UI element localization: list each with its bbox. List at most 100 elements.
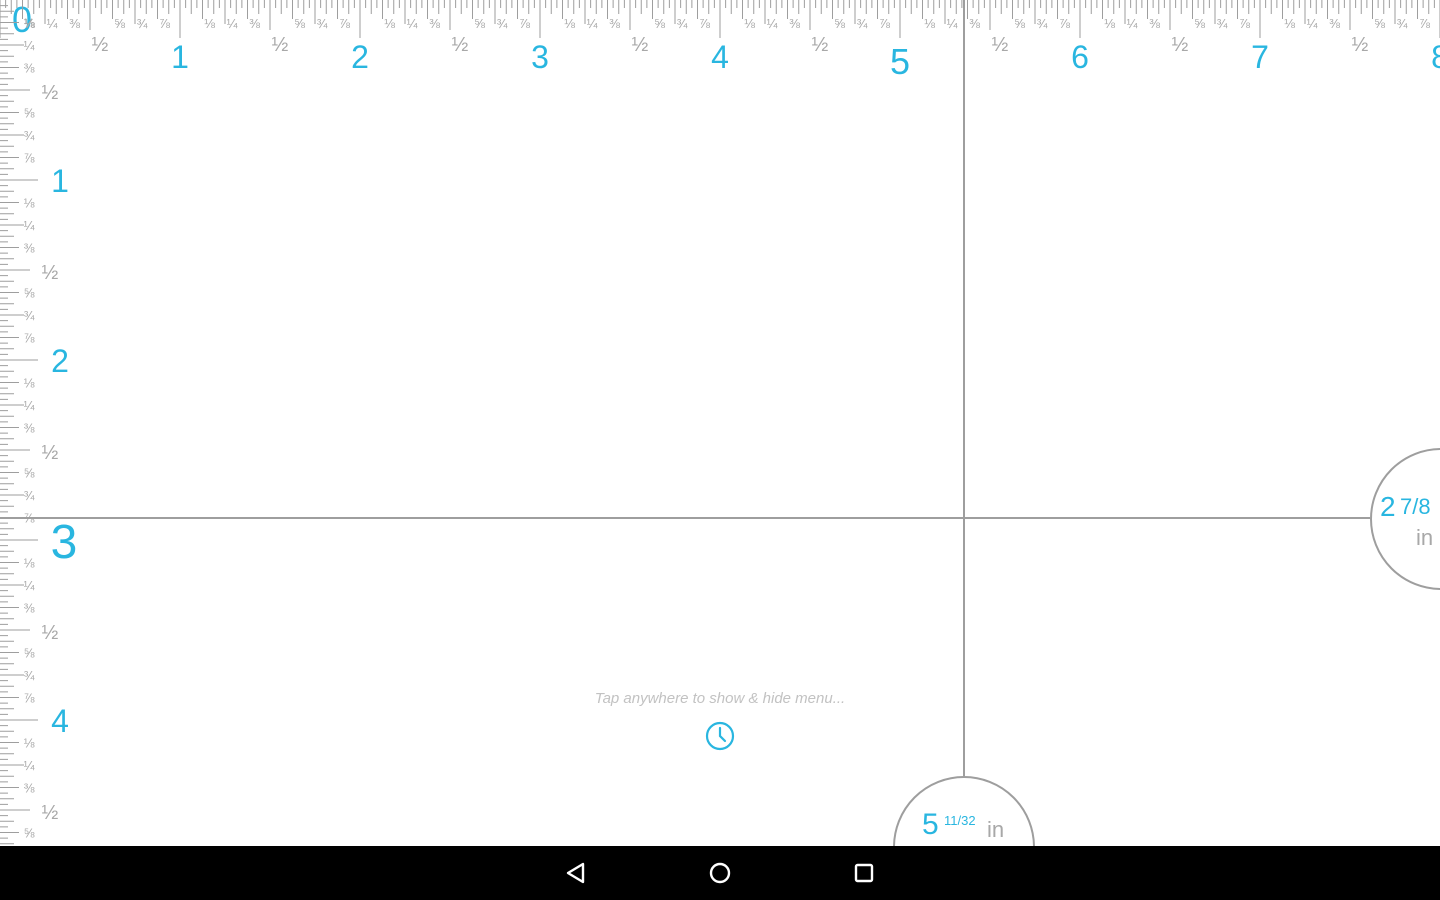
top-ruler-fraction-label: ⅞ (159, 16, 170, 31)
top-ruler-fraction-label: ¾ (317, 16, 328, 31)
top-ruler-fraction-label: ½ (452, 34, 469, 56)
top-ruler-fraction-label: ¼ (1127, 16, 1138, 31)
left-ruler-inch-label: 3 (51, 516, 78, 569)
left-ruler-fraction-label: ½ (42, 82, 59, 104)
top-ruler-inch-label: 6 (1071, 39, 1089, 75)
back-button[interactable] (556, 853, 596, 893)
top-ruler-fraction-label: ⅜ (969, 16, 980, 31)
left-ruler-fraction-label: ⅜ (24, 781, 35, 796)
top-ruler-fraction-label: ½ (92, 34, 109, 56)
top-ruler-inch-label: 7 (1251, 39, 1269, 75)
history-button[interactable] (703, 719, 737, 753)
top-ruler-fraction-label: ⅛ (1104, 16, 1115, 31)
crosshair-horizontal-line[interactable] (0, 517, 1370, 519)
top-ruler-fraction-label: ½ (272, 34, 289, 56)
left-ruler-fraction-label: ¼ (24, 398, 35, 413)
left-ruler-fraction-label: ¾ (24, 308, 35, 323)
top-ruler-fraction-label: ¼ (1307, 16, 1318, 31)
top-ruler-fraction-label: ⅝ (114, 16, 125, 31)
top-ruler-fraction-label: ½ (812, 34, 829, 56)
top-ruler-inch-label: 4 (711, 39, 729, 75)
top-ruler-inch-label: 8 (1431, 39, 1440, 75)
top-ruler-fraction-label: ⅞ (699, 16, 710, 31)
top-ruler-fraction-label: ¼ (47, 16, 58, 31)
left-ruler-fraction-label: ⅞ (24, 331, 35, 346)
ruler-app[interactable]: 0⅛¼⅜½⅝¾⅞1⅛¼⅜½⅝¾⅞2⅛¼⅜½⅝¾⅞3⅛¼⅜½⅝¾⅞4⅛¼⅜½⅝¾⅞… (0, 0, 1440, 846)
top-ruler-fraction-label: ¼ (767, 16, 778, 31)
left-ruler-fraction-label: ½ (42, 442, 59, 464)
left-ruler-fraction-label: ⅝ (24, 646, 35, 661)
top-ruler-fraction-label: ¼ (947, 16, 958, 31)
left-ruler-fraction-label: ½ (42, 622, 59, 644)
top-ruler-fraction-label: ¾ (1397, 16, 1408, 31)
top-ruler-inch-label: 5 (890, 41, 910, 82)
left-ruler-fraction-label: ⅛ (24, 556, 35, 571)
top-ruler-fraction-label: ⅜ (1329, 16, 1340, 31)
left-ruler-fraction-label: ⅞ (24, 691, 35, 706)
left-ruler-fraction-label: ⅜ (24, 421, 35, 436)
top-ruler-fraction-label: ⅜ (609, 16, 620, 31)
top-ruler-fraction-label: ⅜ (69, 16, 80, 31)
top-ruler-fraction-label: ⅞ (519, 16, 530, 31)
left-ruler-fraction-label: ⅝ (24, 286, 35, 301)
top-ruler-fraction-label: ¾ (677, 16, 688, 31)
clock-icon (705, 721, 735, 751)
readout-unit: in (987, 817, 1005, 842)
left-ruler-fraction-label: ⅝ (24, 106, 35, 121)
left-ruler-fraction-label: ⅝ (24, 466, 35, 481)
top-ruler-fraction-label: ¾ (137, 16, 148, 31)
readout-fraction: 11/32 (944, 813, 976, 828)
top-ruler-fraction-label: ⅜ (789, 16, 800, 31)
system-navigation-bar (0, 846, 1440, 900)
top-ruler-fraction-label: ⅝ (294, 16, 305, 31)
top-ruler-fraction-label: ⅝ (834, 16, 845, 31)
top-ruler-fraction-label: ⅛ (924, 16, 935, 31)
left-ruler-fraction-label: ¼ (24, 578, 35, 593)
top-ruler-fraction-label: ⅞ (339, 16, 350, 31)
top-ruler-fraction-label: ⅝ (474, 16, 485, 31)
left-ruler-fraction-label: ⅛ (24, 16, 35, 31)
left-ruler-fraction-label: ⅜ (24, 61, 35, 76)
readout-fraction: 7/8 (1400, 494, 1431, 519)
top-ruler-fraction-label: ⅞ (1239, 16, 1250, 31)
left-ruler-fraction-label: ½ (42, 802, 59, 824)
left-ruler-fraction-label: ⅛ (24, 196, 35, 211)
left-ruler-fraction-label: ¾ (24, 128, 35, 143)
top-ruler-fraction-label: ⅜ (429, 16, 440, 31)
top-ruler-fraction-label: ⅝ (1374, 16, 1385, 31)
top-ruler-fraction-label: ⅝ (1194, 16, 1205, 31)
home-circle-icon (709, 862, 731, 884)
top-ruler-fraction-label: ¼ (407, 16, 418, 31)
left-ruler-fraction-label: ¼ (24, 38, 35, 53)
left-ruler-fraction-label: ½ (42, 262, 59, 284)
top-ruler-fraction-label: ⅛ (204, 16, 215, 31)
top-ruler-fraction-label: ⅞ (1419, 16, 1430, 31)
left-ruler-fraction-label: ¾ (24, 488, 35, 503)
top-ruler-fraction-label: ½ (1172, 34, 1189, 56)
left-ruler-inch-label: 4 (51, 703, 69, 739)
left-ruler-fraction-label: ¼ (24, 218, 35, 233)
left-ruler-fraction-label: ⅛ (24, 376, 35, 391)
top-ruler-fraction-label: ⅛ (384, 16, 395, 31)
top-ruler-fraction-label: ½ (1352, 34, 1369, 56)
top-ruler-fraction-label: ⅞ (1059, 16, 1070, 31)
top-ruler-inch-label: 3 (531, 39, 549, 75)
top-ruler-fraction-label: ¾ (497, 16, 508, 31)
top-ruler-fraction-label: ⅝ (1014, 16, 1025, 31)
top-ruler-fraction-label: ⅝ (654, 16, 665, 31)
top-ruler-fraction-label: ½ (992, 34, 1009, 56)
top-ruler-fraction-label: ⅛ (1284, 16, 1295, 31)
top-ruler-fraction-label: ⅜ (1149, 16, 1160, 31)
recents-button[interactable] (844, 853, 884, 893)
recents-square-icon (854, 863, 874, 883)
top-ruler-fraction-label: ⅛ (744, 16, 755, 31)
back-triangle-icon (566, 862, 585, 884)
top-ruler-fraction-label: ¾ (1037, 16, 1048, 31)
crosshair-vertical-line[interactable] (963, 0, 965, 776)
left-ruler-fraction-label: ⅜ (24, 601, 35, 616)
home-button[interactable] (700, 853, 740, 893)
left-ruler-fraction-label: ⅞ (24, 151, 35, 166)
left-ruler-inch-label: 1 (51, 163, 69, 199)
left-ruler-fraction-label: ⅝ (24, 826, 35, 841)
top-ruler-inch-label: 2 (351, 39, 369, 75)
